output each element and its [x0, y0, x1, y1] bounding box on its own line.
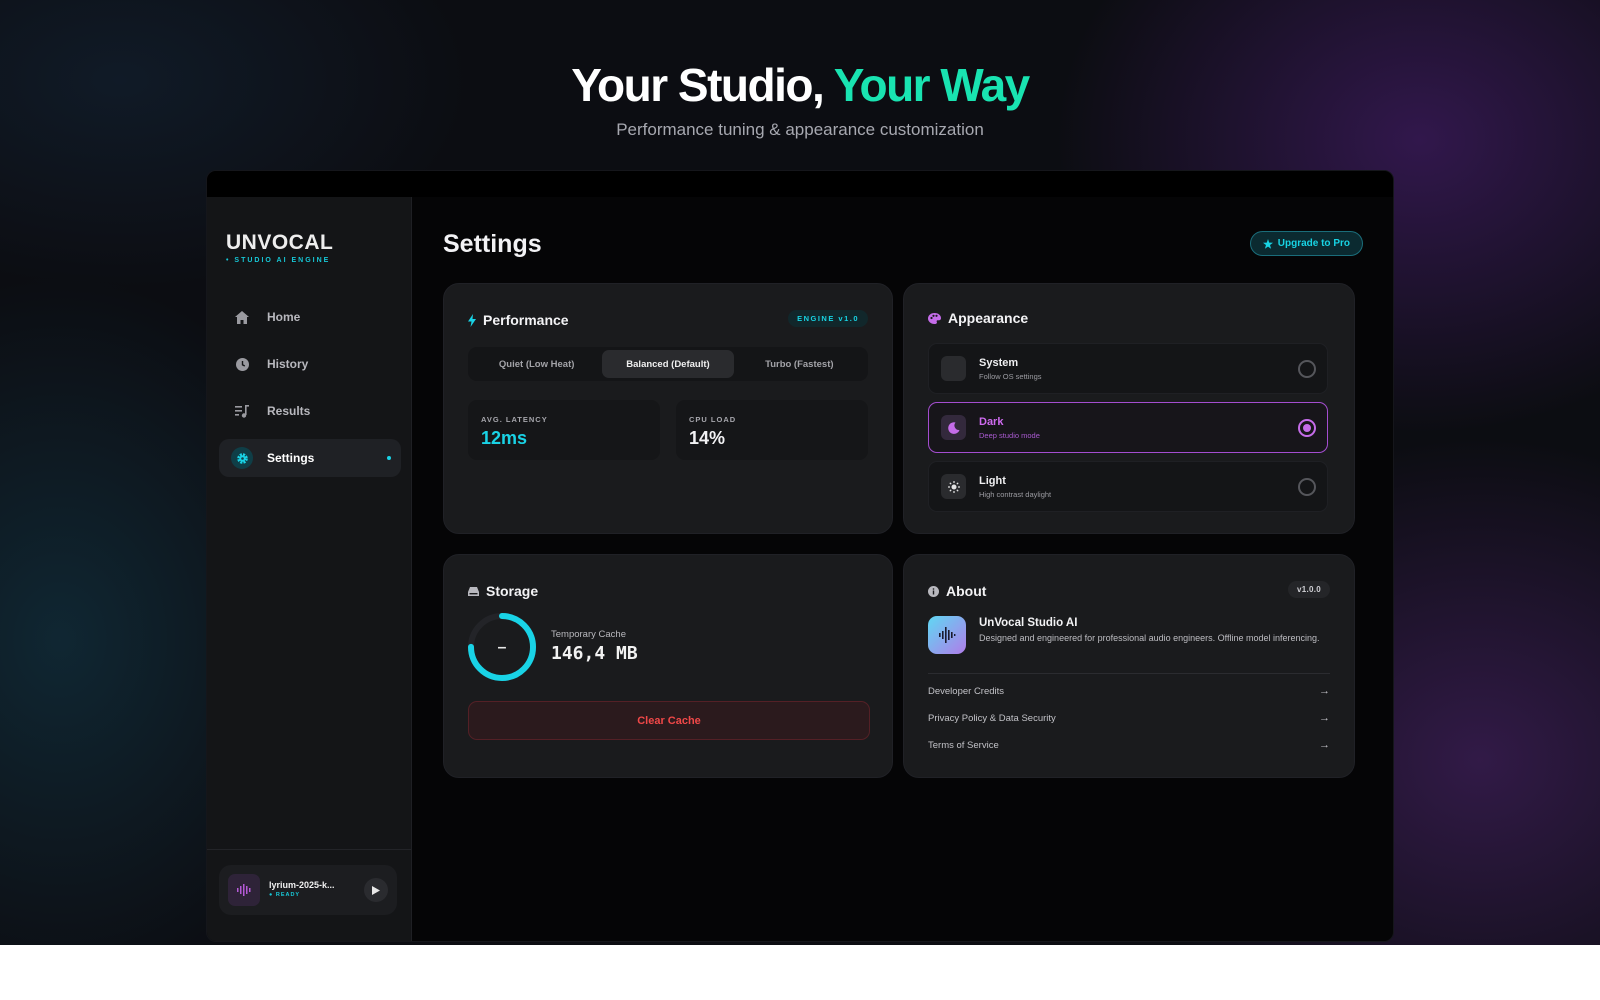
arrow-right-icon: → — [1319, 712, 1330, 724]
moon-icon — [941, 415, 966, 440]
upgrade-label: Upgrade to Pro — [1277, 238, 1350, 249]
version-badge: v1.0.0 — [1287, 581, 1330, 598]
page-title: Settings — [443, 230, 542, 258]
divider — [928, 673, 1330, 674]
about-app-name: UnVocal Studio AI — [979, 617, 1078, 629]
music-list-icon — [231, 400, 253, 422]
clock-icon — [231, 353, 253, 375]
main-content: Settings Upgrade to Pro Performance ENGI… — [413, 197, 1393, 941]
mode-option-quiet[interactable]: Quiet (Low Heat) — [471, 350, 602, 378]
sidebar-item-results[interactable]: Results — [219, 392, 401, 430]
cache-usage-ring: – — [468, 613, 536, 681]
sidebar-nav: Home History Results Settings — [219, 298, 401, 486]
theme-radio-system[interactable] — [1298, 360, 1316, 378]
sun-icon — [941, 474, 966, 499]
app-waveform-icon — [928, 616, 966, 654]
drive-icon — [468, 586, 479, 596]
engine-version-badge: ENGINE v1.0 — [788, 310, 868, 327]
player-track-name: lyrium-2025-k... — [269, 880, 335, 890]
stat-value: 12ms — [481, 428, 528, 448]
app-logo-subtitle: • STUDIO AI ENGINE — [226, 257, 331, 264]
performance-title-label: Performance — [483, 312, 569, 328]
theme-description: High contrast daylight — [979, 490, 1052, 499]
performance-mode-selector: Quiet (Low Heat) Balanced (Default) Turb… — [468, 347, 868, 381]
about-title: About — [928, 583, 986, 599]
appearance-title-label: Appearance — [948, 310, 1029, 326]
home-icon — [231, 306, 253, 328]
theme-option-light[interactable]: Light High contrast daylight — [928, 461, 1328, 512]
theme-description: Follow OS settings — [979, 372, 1042, 381]
link-label: Developer Credits — [928, 686, 1005, 697]
hero-title: Your Studio, Your Way — [0, 58, 1600, 112]
active-indicator-dot — [387, 456, 391, 460]
sidebar-item-label: History — [267, 357, 309, 371]
mode-option-turbo[interactable]: Turbo (Fastest) — [734, 350, 865, 378]
arrow-right-icon: → — [1319, 739, 1330, 751]
performance-title: Performance — [468, 312, 569, 328]
arrow-right-icon: → — [1319, 685, 1330, 697]
cache-label: Temporary Cache — [551, 629, 626, 640]
lightning-icon — [468, 313, 476, 327]
star-icon — [1262, 238, 1273, 249]
hero-title-accent: Your Way — [833, 59, 1031, 111]
appearance-card: Appearance System Follow OS settings Dar… — [903, 283, 1355, 534]
hero-title-main: Your Studio, — [571, 59, 825, 111]
theme-option-system[interactable]: System Follow OS settings — [928, 343, 1328, 394]
sidebar-item-label: Results — [267, 404, 311, 418]
cache-value: 146,4 MB — [551, 643, 638, 664]
stat-label: AVG. LATENCY — [481, 415, 548, 424]
stat-label: CPU LOAD — [689, 415, 737, 424]
cache-ring-symbol: – — [498, 639, 507, 656]
appearance-title: Appearance — [928, 310, 1028, 326]
info-icon — [928, 585, 939, 597]
theme-radio-dark[interactable] — [1298, 419, 1316, 437]
stat-value: 14% — [689, 428, 726, 448]
waveform-icon — [228, 874, 260, 906]
app-window: UNVOCAL • STUDIO AI ENGINE Home History — [206, 170, 1394, 942]
sidebar: UNVOCAL • STUDIO AI ENGINE Home History — [207, 197, 412, 941]
page-backdrop: Your Studio, Your Way Performance tuning… — [0, 0, 1600, 945]
link-label: Privacy Policy & Data Security — [928, 713, 1056, 724]
about-card: About v1.0.0 UnVocal Studio AI Designed … — [903, 554, 1355, 778]
palette-icon — [928, 312, 941, 324]
player-status: ● READY — [269, 892, 301, 898]
theme-name: Dark — [979, 416, 1004, 428]
theme-option-dark[interactable]: Dark Deep studio mode — [928, 402, 1328, 453]
upgrade-button[interactable]: Upgrade to Pro — [1249, 231, 1363, 256]
storage-title-label: Storage — [486, 583, 539, 599]
stat-cpu-load: CPU LOAD 14% — [676, 400, 868, 460]
theme-name: System — [979, 357, 1019, 369]
hero-subtitle: Performance tuning & appearance customiz… — [616, 120, 984, 139]
window-titlebar — [207, 171, 1393, 197]
play-icon — [372, 885, 380, 895]
app-logo: UNVOCAL — [226, 231, 334, 254]
storage-title: Storage — [468, 583, 538, 599]
monitor-icon — [941, 356, 966, 381]
mode-option-balanced[interactable]: Balanced (Default) — [602, 350, 734, 378]
sidebar-item-label: Home — [267, 310, 301, 324]
play-button[interactable] — [364, 878, 388, 902]
storage-card: Storage – Temporary Cache 146,4 MB Clear… — [443, 554, 893, 778]
theme-description: Deep studio mode — [979, 431, 1040, 440]
mini-player[interactable]: lyrium-2025-k... ● READY — [219, 865, 397, 915]
sidebar-item-history[interactable]: History — [219, 345, 401, 383]
link-terms-of-service[interactable]: Terms of Service → — [928, 739, 1330, 754]
stat-avg-latency: AVG. LATENCY 12ms — [468, 400, 660, 460]
sidebar-item-home[interactable]: Home — [219, 298, 401, 336]
gear-icon — [231, 447, 253, 469]
sidebar-item-settings[interactable]: Settings — [219, 439, 401, 477]
link-developer-credits[interactable]: Developer Credits → — [928, 685, 1330, 700]
about-description: Designed and engineered for professional… — [979, 633, 1320, 643]
link-label: Terms of Service — [928, 740, 999, 751]
mini-player-section: lyrium-2025-k... ● READY — [207, 849, 411, 941]
clear-cache-button[interactable]: Clear Cache — [468, 701, 870, 740]
link-privacy-policy[interactable]: Privacy Policy & Data Security → — [928, 712, 1330, 727]
about-title-label: About — [946, 583, 987, 599]
performance-card: Performance ENGINE v1.0 Quiet (Low Heat)… — [443, 283, 893, 534]
sidebar-item-label: Settings — [267, 451, 315, 465]
theme-name: Light — [979, 475, 1006, 487]
theme-radio-light[interactable] — [1298, 478, 1316, 496]
